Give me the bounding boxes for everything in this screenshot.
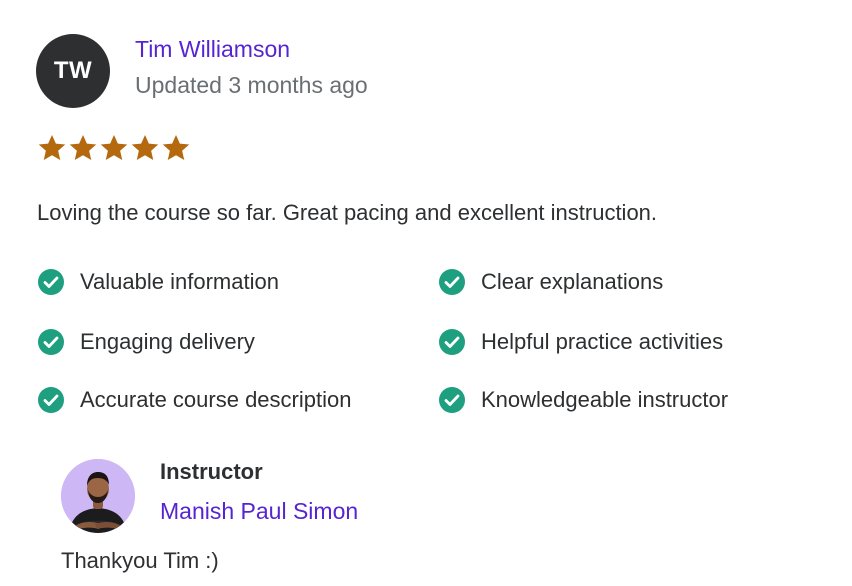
tag-label: Engaging delivery <box>80 329 255 354</box>
instructor-name-link[interactable]: Manish Paul Simon <box>160 498 358 525</box>
star-icon <box>131 135 159 160</box>
tag-item: Helpful practice activities <box>438 328 723 356</box>
star-icon <box>38 135 66 160</box>
star-rating <box>37 133 191 163</box>
reviewer-initials: TW <box>53 57 93 84</box>
instructor-role-label: Instructor <box>160 459 263 484</box>
check-circle-icon <box>38 387 64 413</box>
star-icon <box>162 135 190 160</box>
review-text: Loving the course so far. Great pacing a… <box>37 200 658 225</box>
check-circle-icon <box>38 329 64 355</box>
star-icon <box>69 135 97 160</box>
instructor-avatar <box>61 459 135 533</box>
review-updated-time: Updated 3 months ago <box>135 72 368 98</box>
reviewer-avatar: TW <box>36 34 110 108</box>
tag-label: Clear explanations <box>481 269 664 294</box>
tag-item: Valuable information <box>37 268 279 296</box>
tag-item: Engaging delivery <box>37 328 255 356</box>
tag-label: Helpful practice activities <box>481 329 724 354</box>
star-icon <box>100 135 128 160</box>
check-circle-icon <box>439 329 465 355</box>
review-card: TW Tim Williamson Updated 3 months ago L… <box>0 0 852 586</box>
tag-item: Clear explanations <box>438 268 663 296</box>
check-circle-icon <box>439 269 465 295</box>
instructor-photo <box>61 459 135 533</box>
reviewer-name-link[interactable]: Tim Williamson <box>135 36 290 63</box>
check-circle-icon <box>439 387 465 413</box>
check-circle-icon <box>38 269 64 295</box>
tag-label: Valuable information <box>80 269 279 294</box>
instructor-reply-text: Thankyou Tim :) <box>61 548 219 573</box>
tag-item: Knowledgeable instructor <box>438 386 728 414</box>
tag-label: Knowledgeable instructor <box>481 387 729 412</box>
tag-label: Accurate course description <box>80 387 352 412</box>
tag-item: Accurate course description <box>37 386 351 414</box>
